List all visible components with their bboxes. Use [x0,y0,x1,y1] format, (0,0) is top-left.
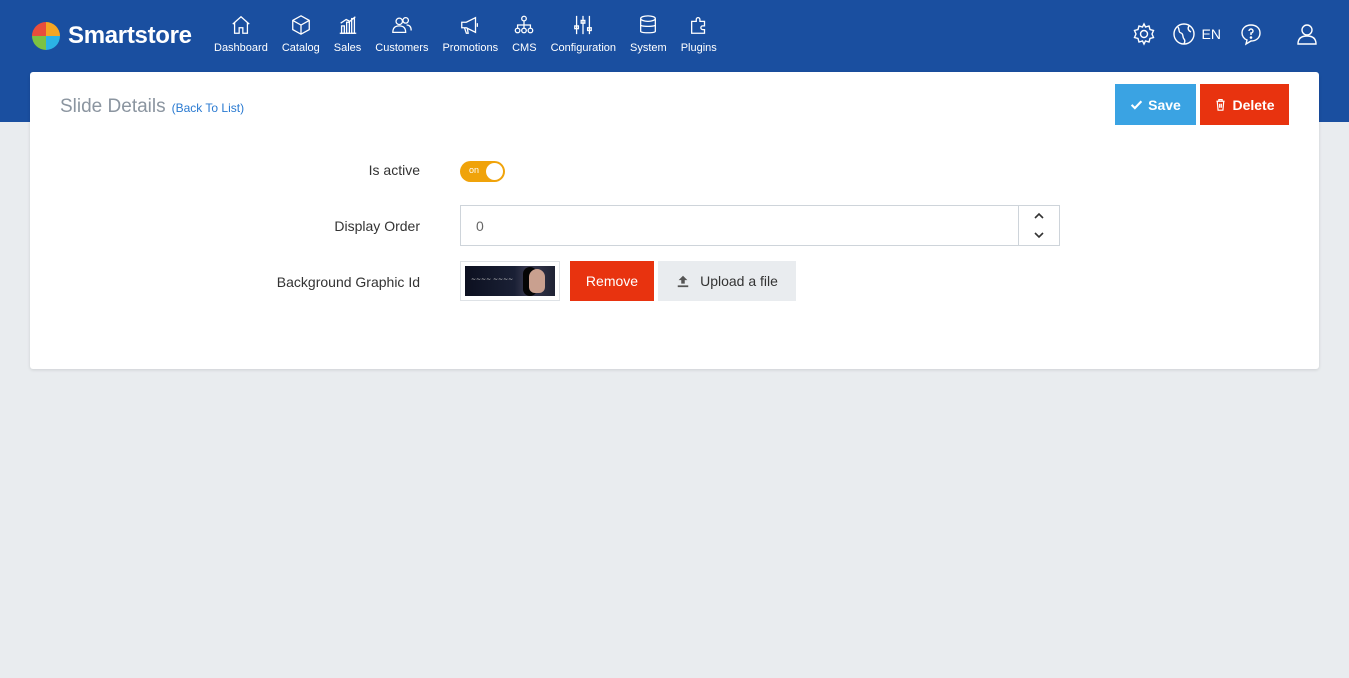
toggle-knob [486,163,503,180]
is-active-label: Is active [368,162,420,178]
nav-item-promotions[interactable]: Promotions [435,14,505,60]
check-icon [1131,100,1143,110]
toggle-on-text: on [469,165,480,175]
nav-item-customers[interactable]: Customers [368,14,435,60]
chevron-up-icon [1034,212,1044,219]
delete-button[interactable]: Delete [1200,84,1289,125]
nav-label: Dashboard [214,42,268,54]
bar-chart-icon [339,16,356,34]
nav-label: Promotions [442,42,499,54]
remove-button[interactable]: Remove [570,261,654,301]
nav-item-sales[interactable]: Sales [327,14,369,60]
display-order-stepper [460,205,1060,246]
language-selector[interactable]: EN [1172,22,1221,46]
save-label: Save [1148,96,1181,113]
display-order-label: Display Order [334,218,420,234]
brand-name: Smartstore [68,22,192,49]
smartstore-logo-icon [32,22,60,50]
background-graphic-label: Background Graphic Id [276,274,420,290]
nav-label: Customers [375,42,429,54]
trash-icon [1216,99,1226,111]
home-icon [232,15,250,34]
nav-label: Catalog [281,42,320,54]
globe-icon [1172,23,1195,45]
nav-label: System [630,42,667,54]
display-order-input[interactable] [461,206,1018,245]
nav-label: Sales [333,42,362,54]
upload-label: Upload a file [700,273,778,289]
user-account-icon[interactable] [1295,22,1319,46]
help-chat-icon[interactable] [1239,22,1263,46]
header-actions: EN [1132,22,1319,46]
thumbnail-decorative-text: ~~~~ ~~~~ [471,276,514,283]
page-header: Slide Details (Back To List) [60,96,244,118]
nav-label: Plugins [680,42,717,54]
settings-gear-icon[interactable] [1132,22,1156,46]
decrement-button[interactable] [1019,226,1059,246]
nav-label: Configuration [550,42,616,54]
slide-preview-image: ~~~~ ~~~~ [465,266,555,296]
nav-item-configuration[interactable]: Configuration [544,14,623,60]
page-title: Slide Details [60,96,166,117]
nav-item-system[interactable]: System [623,14,674,60]
save-button[interactable]: Save [1115,84,1196,125]
chevron-down-icon [1034,232,1044,239]
users-icon [392,17,412,33]
slide-details-card: Slide Details (Back To List) Save Delete… [30,72,1319,369]
nav-item-catalog[interactable]: Catalog [275,14,327,60]
puzzle-icon [690,17,705,34]
main-nav: Dashboard Catalog Sales Customers Promot… [207,14,724,60]
megaphone-icon [461,16,479,34]
sitemap-icon [514,15,534,34]
nav-item-cms[interactable]: CMS [505,14,543,60]
sliders-icon [574,15,593,35]
language-code: EN [1201,26,1221,42]
brand-logo[interactable]: Smartstore [30,20,192,52]
back-to-list-link[interactable]: (Back To List) [172,101,244,115]
increment-button[interactable] [1019,206,1059,226]
box-icon [291,15,310,35]
stepper-controls [1018,206,1059,245]
upload-icon [677,275,689,288]
nav-item-dashboard[interactable]: Dashboard [207,14,275,60]
nav-label: CMS [512,42,537,54]
remove-label: Remove [585,273,639,289]
nav-item-plugins[interactable]: Plugins [674,14,724,60]
delete-label: Delete [1232,96,1275,113]
background-graphic-thumbnail[interactable]: ~~~~ ~~~~ [460,261,560,301]
upload-file-button[interactable]: Upload a file [658,261,796,301]
is-active-toggle[interactable]: on [460,161,505,182]
database-icon [640,15,657,34]
